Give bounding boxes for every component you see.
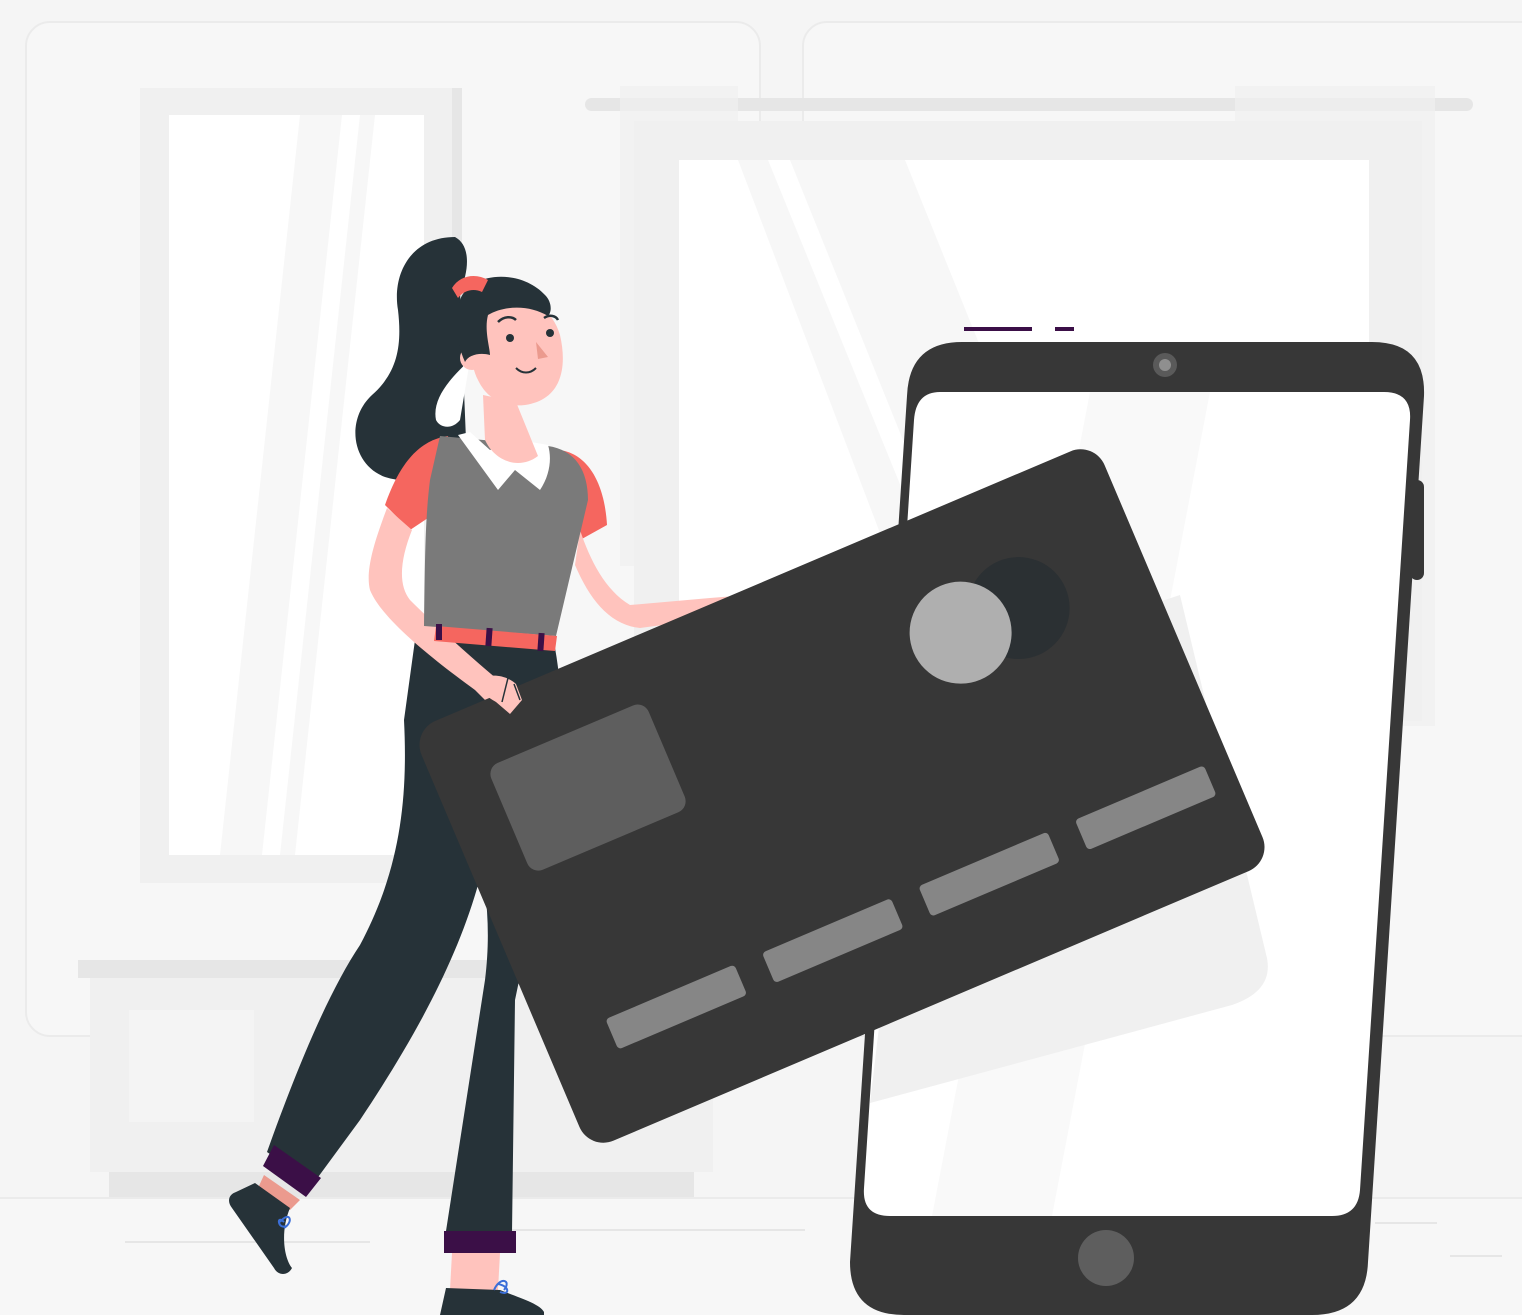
accent-dash-short <box>1055 327 1074 331</box>
accent-dash <box>964 327 1032 331</box>
phone-side-button <box>1410 480 1424 580</box>
sideboard-base <box>109 1172 694 1198</box>
belt-loop <box>537 632 545 652</box>
phone-home-button <box>1078 1230 1134 1286</box>
belt-loop <box>436 624 442 640</box>
phone-camera-lens <box>1159 359 1171 371</box>
left-eye <box>506 334 514 342</box>
sideboard-door-left <box>129 1010 254 1122</box>
right-trouser-cuff <box>444 1231 516 1253</box>
online-payment-illustration <box>0 0 1522 1315</box>
right-ankle <box>450 1253 500 1290</box>
right-eye <box>546 329 554 337</box>
belt-loop <box>485 627 493 647</box>
